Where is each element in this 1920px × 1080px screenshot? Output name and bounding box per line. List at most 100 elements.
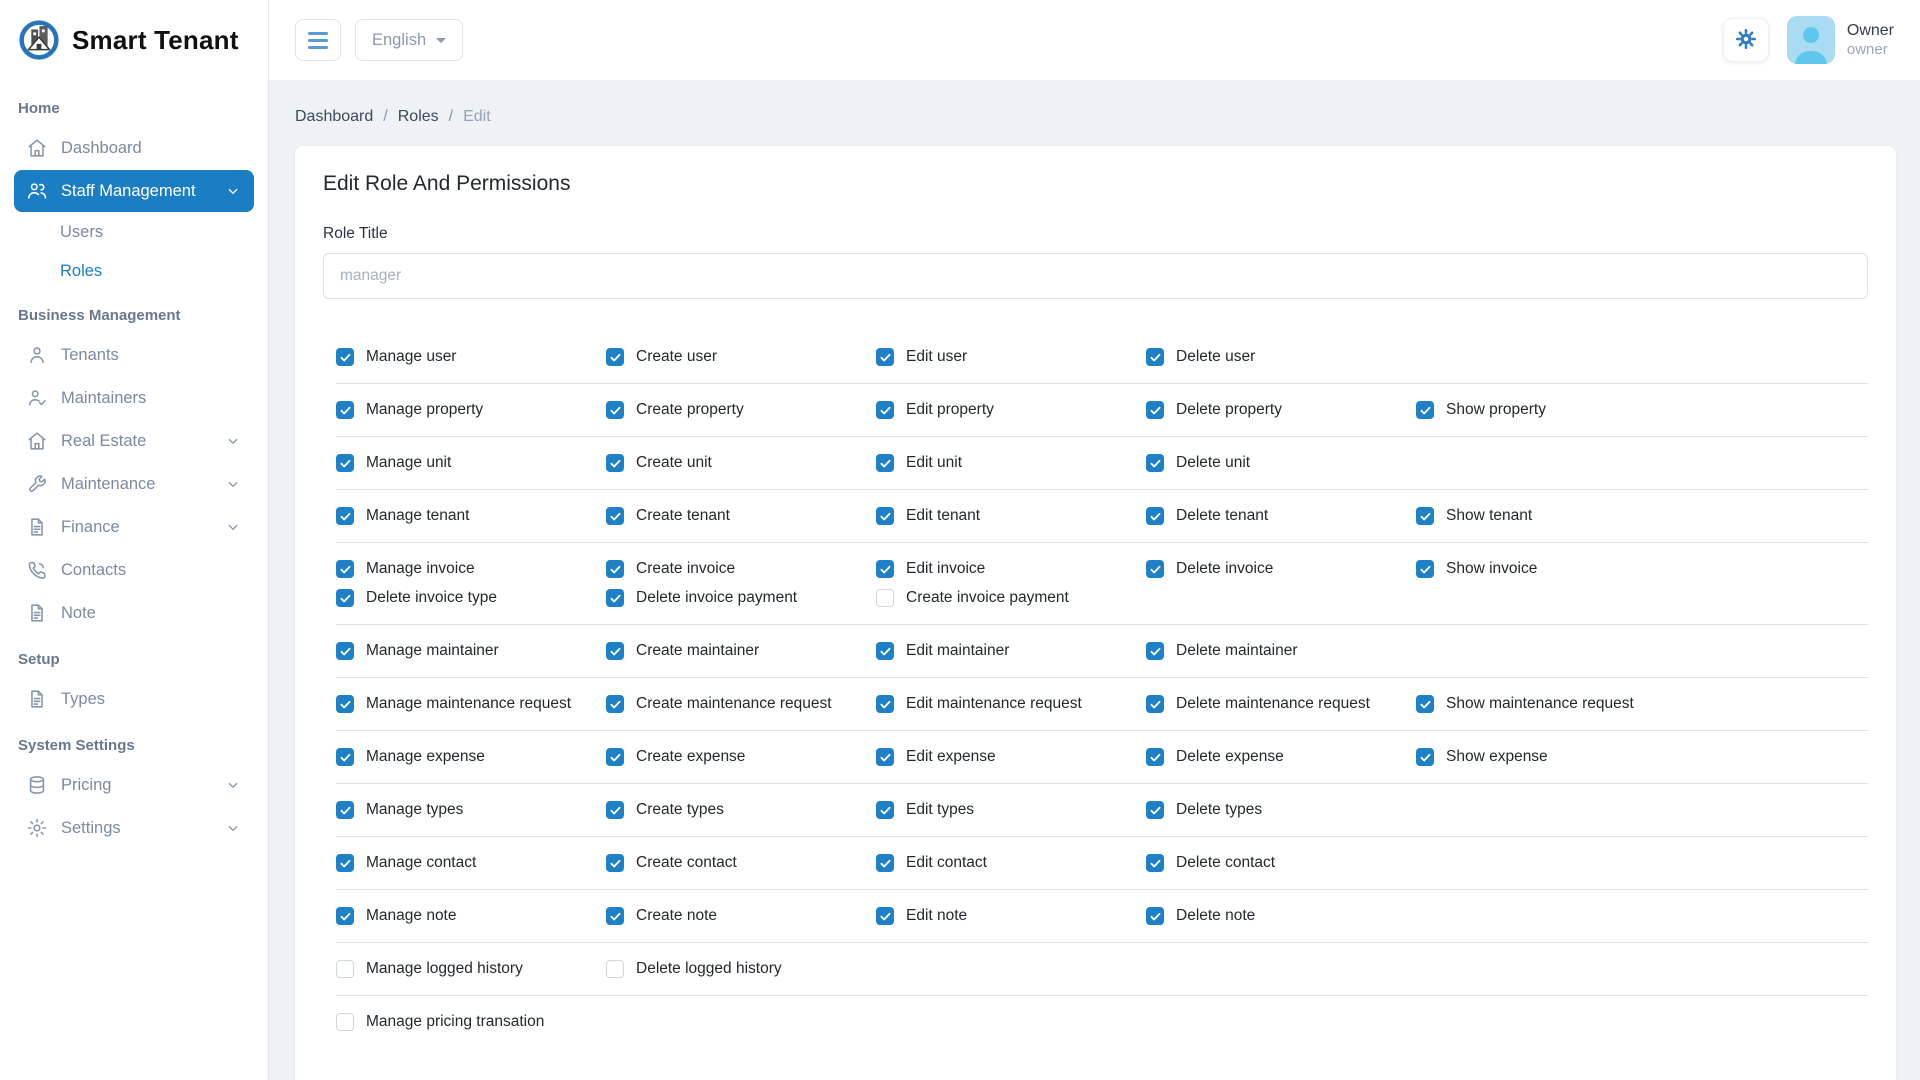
checkbox-unchecked-icon[interactable] (336, 960, 354, 978)
permission-create-contact[interactable]: Create contact (606, 852, 876, 874)
checkbox-checked-icon[interactable] (1416, 401, 1434, 419)
permission-edit-maintainer[interactable]: Edit maintainer (876, 640, 1146, 662)
checkbox-checked-icon[interactable] (606, 401, 624, 419)
permission-label[interactable]: Show expense (1446, 748, 1548, 766)
permission-delete-types[interactable]: Delete types (1146, 799, 1416, 821)
settings-button[interactable] (1723, 18, 1769, 62)
permission-create-user[interactable]: Create user (606, 346, 876, 368)
permission-label[interactable]: Show invoice (1446, 560, 1537, 578)
permission-delete-tenant[interactable]: Delete tenant (1146, 505, 1416, 527)
checkbox-checked-icon[interactable] (606, 507, 624, 525)
checkbox-checked-icon[interactable] (1416, 560, 1434, 578)
sidebar-item-tenants[interactable]: Tenants (14, 334, 254, 376)
checkbox-checked-icon[interactable] (876, 401, 894, 419)
permission-label[interactable]: Create maintenance request (636, 695, 832, 713)
permission-label[interactable]: Create tenant (636, 507, 730, 525)
language-dropdown[interactable]: English (355, 19, 463, 61)
permission-label[interactable]: Edit contact (906, 854, 987, 872)
permission-label[interactable]: Delete property (1176, 401, 1282, 419)
checkbox-checked-icon[interactable] (1146, 454, 1164, 472)
sidebar-item-maintainers[interactable]: Maintainers (14, 377, 254, 419)
checkbox-checked-icon[interactable] (876, 560, 894, 578)
permission-label[interactable]: Manage tenant (366, 507, 469, 525)
sidebar-subitem-roles[interactable]: Roles (14, 252, 254, 291)
sidebar-item-dashboard[interactable]: Dashboard (14, 127, 254, 169)
permission-label[interactable]: Delete contact (1176, 854, 1275, 872)
permission-create-maintainer[interactable]: Create maintainer (606, 640, 876, 662)
permission-label[interactable]: Edit types (906, 801, 974, 819)
permission-edit-unit[interactable]: Edit unit (876, 452, 1146, 474)
checkbox-checked-icon[interactable] (606, 589, 624, 607)
checkbox-checked-icon[interactable] (1146, 507, 1164, 525)
permission-label[interactable]: Create invoice (636, 560, 735, 578)
checkbox-checked-icon[interactable] (606, 907, 624, 925)
avatar[interactable] (1787, 16, 1835, 64)
permission-show-invoice[interactable]: Show invoice (1416, 558, 1686, 580)
permission-label[interactable]: Edit user (906, 348, 967, 366)
permission-delete-unit[interactable]: Delete unit (1146, 452, 1416, 474)
checkbox-checked-icon[interactable] (606, 454, 624, 472)
permission-label[interactable]: Edit maintenance request (906, 695, 1082, 713)
permission-edit-contact[interactable]: Edit contact (876, 852, 1146, 874)
checkbox-checked-icon[interactable] (1146, 748, 1164, 766)
permission-label[interactable]: Manage maintenance request (366, 695, 571, 713)
permission-edit-user[interactable]: Edit user (876, 346, 1146, 368)
checkbox-checked-icon[interactable] (336, 401, 354, 419)
checkbox-checked-icon[interactable] (876, 507, 894, 525)
permission-show-property[interactable]: Show property (1416, 399, 1686, 421)
permission-edit-property[interactable]: Edit property (876, 399, 1146, 421)
permission-label[interactable]: Create unit (636, 454, 712, 472)
checkbox-checked-icon[interactable] (876, 748, 894, 766)
permission-label[interactable]: Delete user (1176, 348, 1255, 366)
permission-label[interactable]: Edit tenant (906, 507, 980, 525)
brand[interactable]: Smart Tenant (0, 0, 268, 80)
sidebar-item-pricing[interactable]: Pricing (14, 764, 254, 806)
checkbox-checked-icon[interactable] (1146, 801, 1164, 819)
permission-label[interactable]: Manage pricing transation (366, 1013, 544, 1031)
checkbox-checked-icon[interactable] (876, 642, 894, 660)
checkbox-checked-icon[interactable] (606, 695, 624, 713)
sidebar-item-finance[interactable]: Finance (14, 506, 254, 548)
permission-label[interactable]: Manage contact (366, 854, 476, 872)
permission-manage-maintenance-request[interactable]: Manage maintenance request (336, 693, 606, 715)
permission-delete-invoice[interactable]: Delete invoice (1146, 558, 1416, 580)
permission-label[interactable]: Delete logged history (636, 960, 782, 978)
sidebar-item-types[interactable]: Types (14, 678, 254, 720)
checkbox-checked-icon[interactable] (336, 695, 354, 713)
sidebar-subitem-users[interactable]: Users (14, 213, 254, 252)
checkbox-checked-icon[interactable] (606, 560, 624, 578)
permission-label[interactable]: Manage note (366, 907, 457, 925)
permission-edit-types[interactable]: Edit types (876, 799, 1146, 821)
permission-delete-maintainer[interactable]: Delete maintainer (1146, 640, 1416, 662)
permission-create-maintenance-request[interactable]: Create maintenance request (606, 693, 876, 715)
sidebar-item-contacts[interactable]: Contacts (14, 549, 254, 591)
checkbox-unchecked-icon[interactable] (876, 589, 894, 607)
checkbox-checked-icon[interactable] (606, 348, 624, 366)
checkbox-checked-icon[interactable] (336, 748, 354, 766)
menu-toggle-button[interactable] (295, 19, 341, 61)
permission-label[interactable]: Delete unit (1176, 454, 1250, 472)
checkbox-checked-icon[interactable] (876, 348, 894, 366)
checkbox-checked-icon[interactable] (1146, 695, 1164, 713)
checkbox-checked-icon[interactable] (336, 642, 354, 660)
permission-delete-expense[interactable]: Delete expense (1146, 746, 1416, 768)
permission-label[interactable]: Manage unit (366, 454, 451, 472)
checkbox-checked-icon[interactable] (876, 907, 894, 925)
checkbox-checked-icon[interactable] (336, 854, 354, 872)
checkbox-checked-icon[interactable] (336, 454, 354, 472)
permission-edit-tenant[interactable]: Edit tenant (876, 505, 1146, 527)
permission-create-note[interactable]: Create note (606, 905, 876, 927)
permission-label[interactable]: Delete types (1176, 801, 1262, 819)
permission-manage-invoice[interactable]: Manage invoice (336, 558, 606, 580)
checkbox-checked-icon[interactable] (606, 642, 624, 660)
checkbox-checked-icon[interactable] (336, 507, 354, 525)
permission-delete-logged-history[interactable]: Delete logged history (606, 958, 876, 980)
checkbox-checked-icon[interactable] (1146, 642, 1164, 660)
checkbox-checked-icon[interactable] (1416, 695, 1434, 713)
checkbox-checked-icon[interactable] (336, 348, 354, 366)
checkbox-checked-icon[interactable] (1146, 560, 1164, 578)
checkbox-checked-icon[interactable] (606, 854, 624, 872)
checkbox-checked-icon[interactable] (336, 560, 354, 578)
permission-label[interactable]: Edit unit (906, 454, 962, 472)
permission-manage-logged-history[interactable]: Manage logged history (336, 958, 606, 980)
